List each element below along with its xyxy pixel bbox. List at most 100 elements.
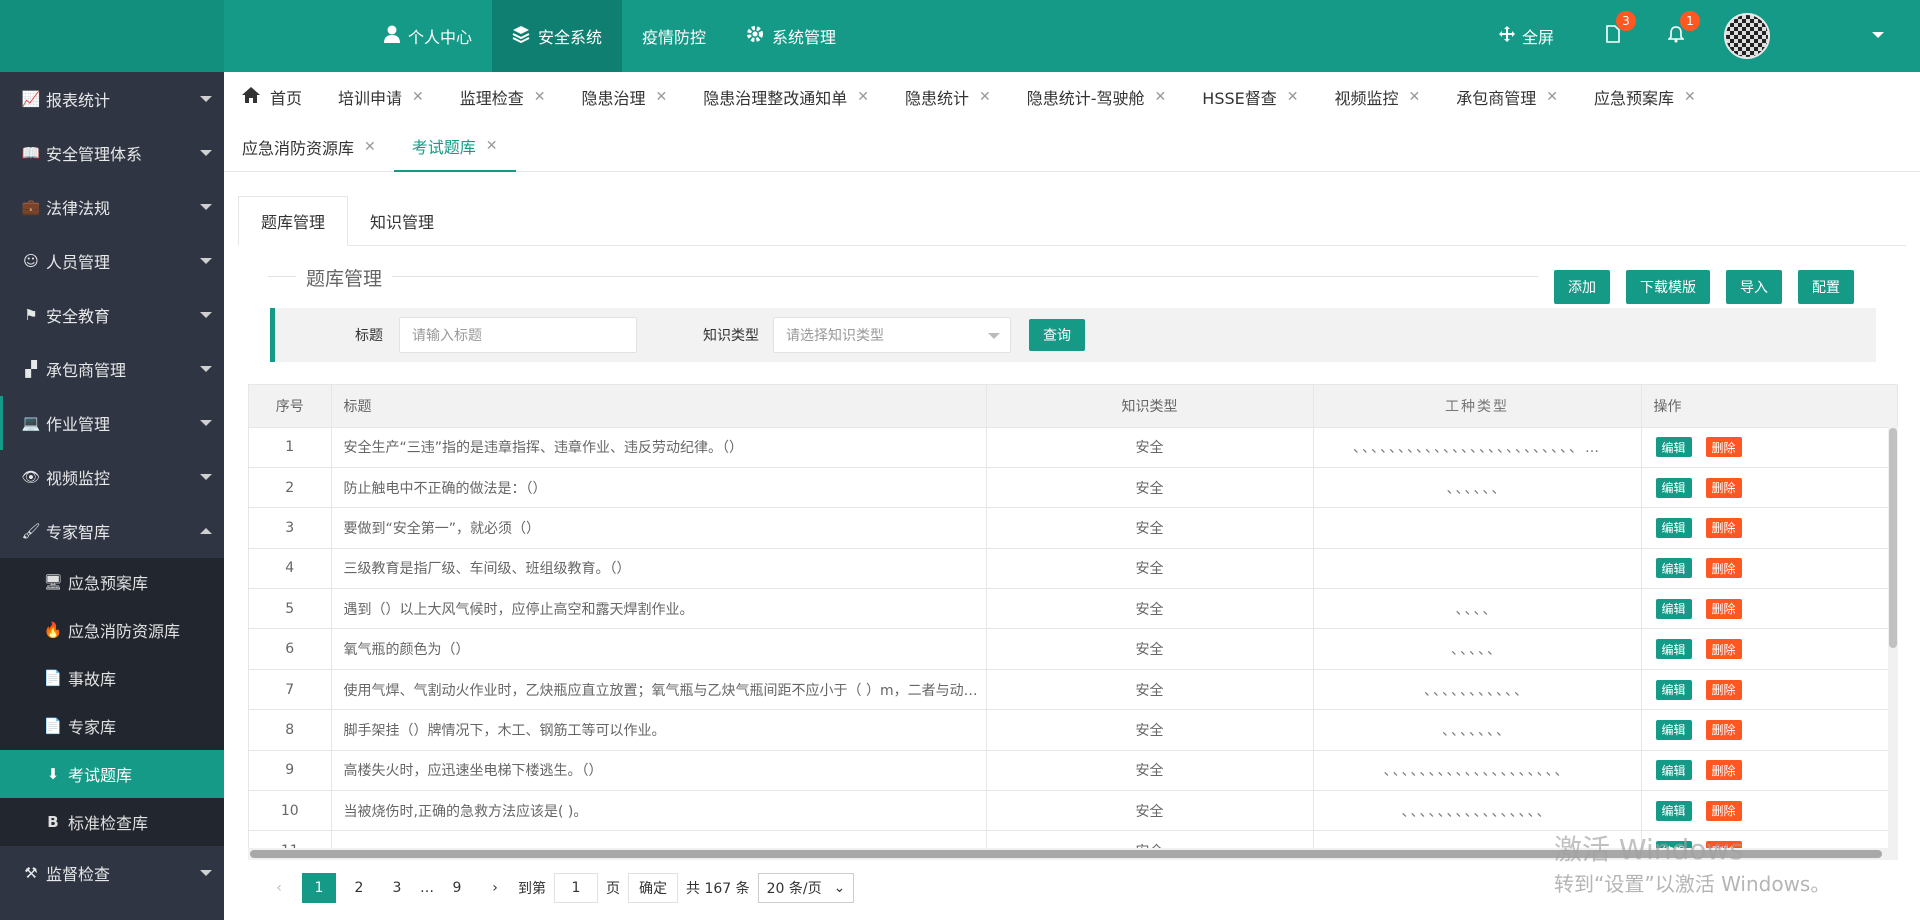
tab-hazard-cockpit[interactable]: 隐患统计-驾驶舱 ✕ <box>1009 72 1185 122</box>
delete-button[interactable]: 删除 <box>1705 760 1742 781</box>
tab-home[interactable]: 首页 <box>224 72 320 122</box>
page-1[interactable]: 1 <box>302 873 336 903</box>
edit-button[interactable]: 编辑 <box>1655 679 1692 700</box>
subtab-question-bank[interactable]: 题库管理 <box>238 196 349 246</box>
tab-contractor[interactable]: 承包商管理 ✕ <box>1438 72 1576 122</box>
sidebar-item-label: 作业管理 <box>46 415 111 434</box>
delete-button[interactable]: 删除 <box>1705 639 1742 660</box>
download-template-button[interactable]: 下载模版 <box>1626 270 1710 304</box>
edit-button[interactable]: 编辑 <box>1655 437 1692 458</box>
sidebar-subitem-fire-resources[interactable]: 🔥 应急消防资源库 <box>0 606 224 654</box>
topnav-safety-system[interactable]: 安全系统 <box>492 0 623 72</box>
delete-button[interactable]: 删除 <box>1705 598 1742 619</box>
title-search-input[interactable]: 请输入标题 <box>399 317 637 353</box>
tab-hsse[interactable]: HSSE督查 ✕ <box>1184 72 1316 122</box>
topnav-admin-label: 系统管理 <box>772 28 837 47</box>
delete-button[interactable]: 删除 <box>1705 800 1742 821</box>
sidebar-item-supervision[interactable]: ⚒ 监督检查 <box>0 846 224 900</box>
edit-button[interactable]: 编辑 <box>1655 639 1692 660</box>
sidebar-subitem-exam-bank[interactable]: ⬇ 考试题库 <box>0 750 224 798</box>
topnav-personal[interactable]: 个人中心 <box>364 0 492 72</box>
scroll-thumb[interactable] <box>1889 428 1897 648</box>
topnav-personal-label: 个人中心 <box>408 28 473 47</box>
close-icon[interactable]: ✕ <box>534 89 546 105</box>
topnav-epidemic[interactable]: 疫情防控 <box>622 0 726 72</box>
subtab-knowledge[interactable]: 知识管理 <box>348 196 456 246</box>
import-button[interactable]: 导入 <box>1726 270 1782 304</box>
goto-page-input[interactable]: 1 <box>554 873 598 903</box>
tab-hazard-notice[interactable]: 隐患治理整改通知单 ✕ <box>685 72 887 122</box>
table-vertical-scrollbar[interactable] <box>1888 426 1898 860</box>
delete-button[interactable]: 删除 <box>1705 437 1742 458</box>
delete-button[interactable]: 删除 <box>1705 679 1742 700</box>
close-icon[interactable]: ✕ <box>979 89 991 105</box>
knowledge-type-select[interactable]: 请选择知识类型 <box>773 317 1011 353</box>
sidebar-item-laws[interactable]: 💼 法律法规 <box>0 180 224 234</box>
delete-button[interactable]: 删除 <box>1705 558 1742 579</box>
tab-supervision[interactable]: 监理检查 ✕ <box>442 72 564 122</box>
bell-notify-button[interactable]: 1 <box>1667 11 1700 47</box>
topnav-system-admin[interactable]: 系统管理 <box>726 0 856 72</box>
close-icon[interactable]: ✕ <box>1155 89 1167 105</box>
fullscreen-button[interactable]: 全屏 <box>1498 24 1554 48</box>
tab-exam-bank[interactable]: 考试题库 ✕ <box>393 122 516 172</box>
sidebar-item-safety-system[interactable]: 📖 安全管理体系 <box>0 126 224 180</box>
sidebar-item-label: 视频监控 <box>46 469 111 488</box>
bold-icon: B <box>47 813 59 831</box>
sidebar-subitem-emergency-plan[interactable]: 🖥 应急预案库 <box>0 558 224 606</box>
sidebar-item-expert[interactable]: 🖌 专家智库 <box>0 504 224 558</box>
home-icon <box>242 87 260 107</box>
edit-button[interactable]: 编辑 <box>1655 517 1692 538</box>
page-3[interactable]: 3 <box>382 873 412 903</box>
sidebar-item-education[interactable]: ⚑ 安全教育 <box>0 288 224 342</box>
page-size-select[interactable]: 20 条/页 ⌄ <box>757 873 855 903</box>
page-9[interactable]: 9 <box>442 873 472 903</box>
tab-emergency-plan[interactable]: 应急预案库 ✕ <box>1576 72 1714 122</box>
chevron-down-icon <box>200 204 212 210</box>
goto-confirm-button[interactable]: 确定 <box>628 873 678 903</box>
user-menu-caret-icon[interactable] <box>1872 32 1884 38</box>
close-icon[interactable]: ✕ <box>1546 89 1558 105</box>
query-button[interactable]: 查询 <box>1029 319 1085 351</box>
close-icon[interactable]: ✕ <box>1684 89 1696 105</box>
prev-page-icon[interactable]: ‹ <box>264 873 294 903</box>
sidebar-subitem-accident[interactable]: 📄 事故库 <box>0 654 224 702</box>
edit-button[interactable]: 编辑 <box>1655 760 1692 781</box>
page-2[interactable]: 2 <box>344 873 374 903</box>
delete-button[interactable]: 删除 <box>1705 517 1742 538</box>
sidebar-item-video[interactable]: 👁 视频监控 <box>0 450 224 504</box>
edit-button[interactable]: 编辑 <box>1655 598 1692 619</box>
close-icon[interactable]: ✕ <box>486 138 498 154</box>
edit-button[interactable]: 编辑 <box>1655 558 1692 579</box>
document-notify-button[interactable]: 3 <box>1606 11 1636 47</box>
cell-no: 9 <box>249 750 332 792</box>
close-icon[interactable]: ✕ <box>1409 89 1421 105</box>
edit-button[interactable]: 编辑 <box>1655 477 1692 498</box>
edit-button[interactable]: 编辑 <box>1655 719 1692 740</box>
tab-video[interactable]: 视频监控 ✕ <box>1316 72 1438 122</box>
tab-hazard[interactable]: 隐患治理 ✕ <box>564 72 686 122</box>
delete-button[interactable]: 删除 <box>1705 477 1742 498</box>
sidebar-item-operation[interactable]: 💻 作业管理 <box>0 396 224 450</box>
sidebar-subitem-experts[interactable]: 📄 专家库 <box>0 702 224 750</box>
sidebar-item-contractor[interactable]: ▞ 承包商管理 <box>0 342 224 396</box>
config-button[interactable]: 配置 <box>1798 270 1854 304</box>
close-icon[interactable]: ✕ <box>1287 89 1299 105</box>
close-icon[interactable]: ✕ <box>364 139 376 155</box>
delete-button[interactable]: 删除 <box>1705 719 1742 740</box>
close-icon[interactable]: ✕ <box>857 89 869 105</box>
add-button[interactable]: 添加 <box>1554 270 1610 304</box>
table-row: 9 高楼失火时，应迅速坐电梯下楼逃生。（） 安全、、、、、、、、、、、、、、、、、、… <box>249 750 1897 792</box>
edit-button[interactable]: 编辑 <box>1655 800 1692 821</box>
close-icon[interactable]: ✕ <box>656 89 668 105</box>
close-icon[interactable]: ✕ <box>412 89 424 105</box>
sidebar-item-report[interactable]: 📈 报表统计 <box>0 72 224 126</box>
cell-title: 要做到“安全第一”，就必须（） <box>331 507 987 549</box>
sidebar-subitem-standard-check[interactable]: B 标准检查库 <box>0 798 224 846</box>
tab-fire-resources[interactable]: 应急消防资源库 ✕ <box>224 122 394 172</box>
sidebar-item-personnel[interactable]: ☺ 人员管理 <box>0 234 224 288</box>
avatar[interactable] <box>1724 13 1770 59</box>
next-page-icon[interactable]: › <box>480 873 510 903</box>
tab-hazard-stats[interactable]: 隐患统计 ✕ <box>887 72 1009 122</box>
tab-training[interactable]: 培训申请 ✕ <box>320 72 442 122</box>
